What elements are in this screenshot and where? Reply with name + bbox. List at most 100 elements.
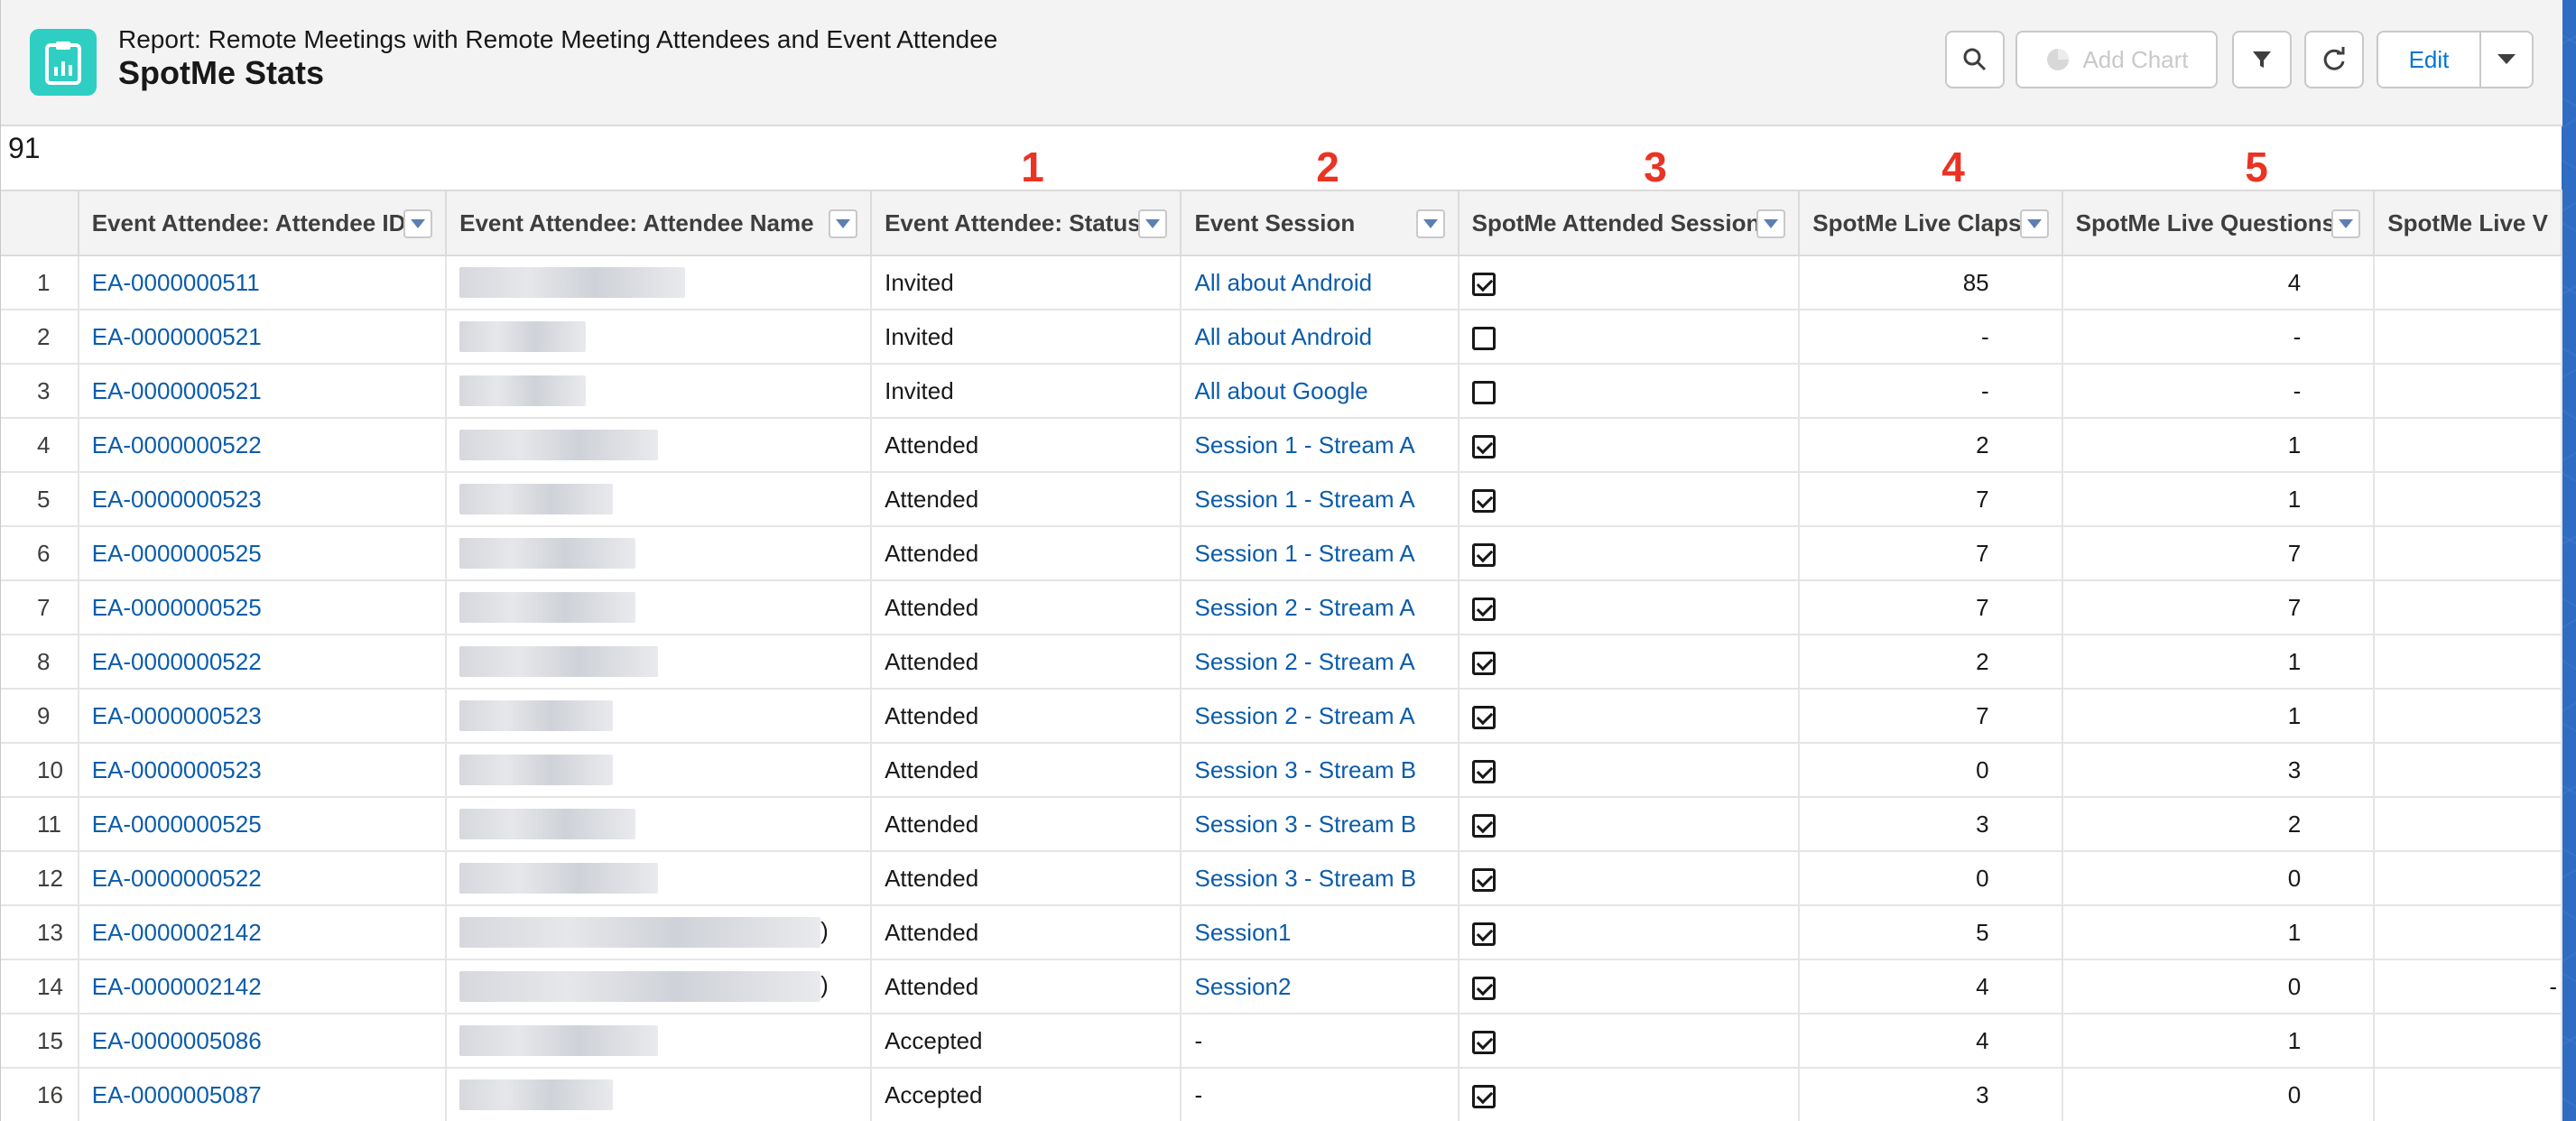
filter-button[interactable]	[2232, 31, 2292, 88]
column-menu-button[interactable]	[403, 209, 433, 238]
event-session-link[interactable]: Session 2 - Stream A	[1181, 635, 1459, 690]
live-questions-cell: 7	[2062, 526, 2376, 581]
live-claps-cell: 7	[1799, 472, 2063, 527]
live-v-cell	[2374, 851, 2562, 906]
attendee-id-link[interactable]: EA-0000000522	[78, 635, 448, 690]
attendee-id-link[interactable]: EA-0000002142	[78, 959, 448, 1014]
attendee-id-link[interactable]: EA-0000005087	[78, 1068, 448, 1121]
row-number: 10	[1, 743, 79, 798]
attendee-id-link[interactable]: EA-0000000521	[78, 364, 448, 419]
refresh-button[interactable]	[2304, 31, 2364, 88]
search-button[interactable]	[1945, 31, 2005, 88]
live-questions-cell: 2	[2062, 797, 2376, 852]
status-cell: Attended	[871, 472, 1182, 527]
row-number: 13	[1, 905, 79, 960]
status-cell: Attended	[871, 851, 1182, 906]
attendee-name-cell	[446, 635, 873, 690]
status-cell: Attended	[871, 743, 1182, 798]
attended-checkbox	[1471, 922, 1496, 946]
status-cell: Attended	[871, 959, 1182, 1014]
event-session-link[interactable]: Session 1 - Stream A	[1181, 472, 1459, 527]
status-cell: Attended	[871, 905, 1182, 960]
more-actions-button[interactable]	[2479, 31, 2534, 88]
event-session-link[interactable]: Session 3 - Stream B	[1181, 743, 1459, 798]
column-menu-button[interactable]	[829, 209, 858, 238]
column-header[interactable]: SpotMe Live Questions	[2062, 190, 2376, 256]
attendee-id-link[interactable]: EA-0000000525	[78, 797, 448, 852]
column-menu-button[interactable]	[2019, 209, 2049, 238]
redacted-name	[459, 592, 636, 624]
live-v-cell	[2374, 255, 2562, 310]
live-questions-cell: 4	[2062, 255, 2376, 310]
redacted-name	[459, 917, 821, 949]
attended-session-cell	[1458, 1068, 1801, 1121]
attended-checkbox	[1471, 597, 1496, 621]
table-row: 2 EA-0000000521 Invited All about Android - -	[1, 310, 2562, 365]
attendee-id-link[interactable]: EA-0000000522	[78, 418, 448, 473]
refresh-icon	[2323, 47, 2345, 70]
column-menu-button[interactable]	[1138, 209, 1168, 238]
redacted-name	[459, 700, 614, 732]
event-session-link[interactable]: Session 3 - Stream B	[1181, 797, 1459, 852]
event-session-link[interactable]: Session 3 - Stream B	[1181, 851, 1459, 906]
table-row: 7 EA-0000000525 Attended Session 2 - Stream…	[1, 580, 2562, 635]
column-menu-button[interactable]	[2331, 209, 2361, 238]
report-type-label: Report: Remote Meetings with Remote Meet…	[118, 25, 998, 53]
live-v-cell	[2374, 526, 2562, 581]
attendee-id-link[interactable]: EA-0000000511	[78, 255, 448, 310]
attendee-id-link[interactable]: EA-0000000523	[78, 743, 448, 798]
event-session-link[interactable]: All about Android	[1181, 310, 1459, 365]
status-cell: Attended	[871, 635, 1182, 690]
row-number: 12	[1, 851, 79, 906]
table-row: 13 EA-0000002142) Attended Session1 5 1	[1, 905, 2562, 960]
column-header[interactable]: Event Attendee: Attendee ID	[78, 190, 448, 256]
attendee-id-link[interactable]: EA-0000000523	[78, 689, 448, 744]
attendee-id-link[interactable]: EA-0000000525	[78, 580, 448, 635]
event-session-link[interactable]: All about Google	[1181, 364, 1459, 419]
column-header[interactable]: Event Session	[1181, 190, 1459, 256]
live-questions-cell: -	[2062, 310, 2376, 365]
chevron-down-icon	[2497, 54, 2516, 64]
attendee-id-link[interactable]: EA-0000002142	[78, 905, 448, 960]
column-header[interactable]: Event Attendee: Status	[871, 190, 1182, 256]
live-v-cell	[2374, 1014, 2562, 1069]
row-number: 8	[1, 635, 79, 690]
live-v-cell	[2374, 580, 2562, 635]
redacted-name	[459, 1079, 614, 1111]
attended-checkbox	[1471, 651, 1496, 675]
column-header[interactable]: SpotMe Live Claps	[1799, 190, 2063, 256]
event-session-link[interactable]: All about Android	[1181, 255, 1459, 310]
add-chart-button[interactable]: Add Chart	[2015, 31, 2218, 88]
attended-session-cell	[1458, 959, 1801, 1014]
table-row: 1 EA-0000000511 Invited All about Android 85…	[1, 255, 2562, 310]
live-questions-cell: 1	[2062, 689, 2376, 744]
attendee-id-link[interactable]: EA-0000005086	[78, 1014, 448, 1069]
event-session-link[interactable]: Session 1 - Stream A	[1181, 526, 1459, 581]
attendee-id-link[interactable]: EA-0000000521	[78, 310, 448, 365]
table-row: 15 EA-0000005086 Accepted - 4 1	[1, 1014, 2562, 1069]
attendee-id-link[interactable]: EA-0000000523	[78, 472, 448, 527]
column-header[interactable]: SpotMe Live V	[2374, 190, 2562, 256]
row-number: 6	[1, 526, 79, 581]
live-v-cell	[2374, 418, 2562, 473]
status-cell: Attended	[871, 418, 1182, 473]
column-header[interactable]: SpotMe Attended Session	[1458, 190, 1801, 256]
event-session-link[interactable]: Session 2 - Stream A	[1181, 580, 1459, 635]
live-v-cell	[2374, 310, 2562, 365]
column-menu-button[interactable]	[1415, 209, 1445, 238]
attendee-name-cell	[446, 526, 873, 581]
attendee-id-link[interactable]: EA-0000000522	[78, 851, 448, 906]
attendee-name-cell	[446, 364, 873, 419]
redacted-name	[459, 646, 659, 678]
attended-checkbox	[1471, 380, 1496, 404]
event-session-link[interactable]: Session 2 - Stream A	[1181, 689, 1459, 744]
attendee-id-link[interactable]: EA-0000000525	[78, 526, 448, 581]
event-session-link[interactable]: Session1	[1181, 905, 1459, 960]
edit-button[interactable]: Edit	[2377, 31, 2481, 88]
event-session-link[interactable]: Session 1 - Stream A	[1181, 418, 1459, 473]
column-menu-button[interactable]	[1756, 209, 1786, 238]
column-header[interactable]: Event Attendee: Attendee Name	[446, 190, 873, 256]
attendee-name-cell	[446, 472, 873, 527]
attended-checkbox	[1471, 705, 1496, 729]
event-session-link[interactable]: Session2	[1181, 959, 1459, 1014]
